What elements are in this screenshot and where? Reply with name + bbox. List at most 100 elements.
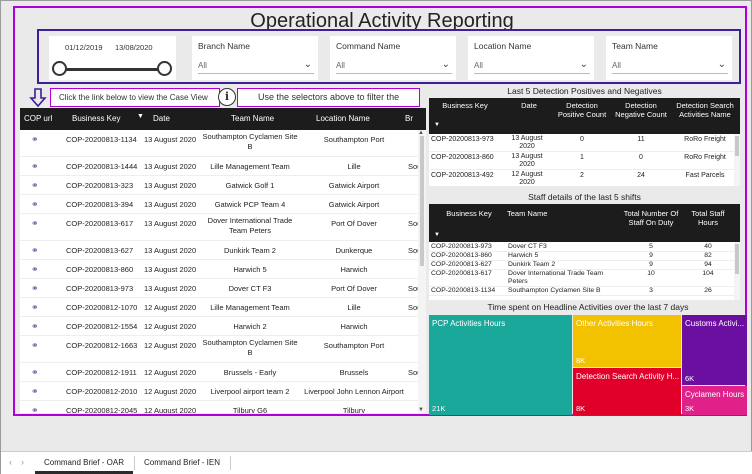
date-cell: 13 August 2020 <box>144 162 197 171</box>
table-row[interactable]: ⚭ COP-20200812-1663 12 August 2020 Southamp… <box>20 336 418 363</box>
treemap-tile-pcp[interactable]: PCP Activities Hours 21K <box>429 315 572 415</box>
treemap-tile-label: Other Activities Hours <box>576 319 653 328</box>
tab-command-brief-ien[interactable]: Command Brief - IEN <box>135 452 229 474</box>
link-icon[interactable]: ⚭ <box>31 386 39 397</box>
table-row[interactable]: ⚭ COP-20200813-860 13 August 2020 Harwich 5… <box>20 260 418 279</box>
link-icon[interactable]: ⚭ <box>31 405 39 413</box>
location-name-cell: Gatwick Airport <box>328 181 380 190</box>
column-header-business-key[interactable]: Business Key <box>433 209 505 218</box>
case-table-scrollbar[interactable]: ▲ ▼ <box>418 130 426 413</box>
team-dropdown-value: All <box>612 61 621 70</box>
treemap-tile-value: 6K <box>685 374 695 383</box>
date-cell: 13 August 2020 <box>511 153 543 168</box>
link-icon[interactable]: ⚭ <box>31 218 39 229</box>
location-name-cell: Tilbury <box>342 406 366 413</box>
column-header-negative-count[interactable]: Detection Negative Count <box>613 101 669 119</box>
column-header-date[interactable]: Date <box>153 114 170 123</box>
link-icon[interactable]: ⚭ <box>31 134 39 145</box>
table-row[interactable]: COP-20200813-973 Dover CT F3 5 40 <box>429 243 740 252</box>
date-slider-track[interactable] <box>59 68 163 71</box>
table-row[interactable]: ⚭ COP-20200812-1070 12 August 2020 Lille Ma… <box>20 298 426 317</box>
table-row[interactable]: ⚭ COP-20200812-2010 12 August 2020 Liverpoo… <box>20 382 418 401</box>
column-header-team-name[interactable]: Team Name <box>231 114 274 123</box>
sort-desc-icon[interactable]: ▼ <box>137 113 144 120</box>
table-row[interactable]: COP-20200813-627 Dunkirk Team 2 9 94 <box>429 261 740 270</box>
table-row[interactable]: ⚭ COP-20200812-1554 12 August 2020 Harwich … <box>20 317 418 336</box>
column-header-team-name[interactable]: Team Name <box>507 209 575 218</box>
table-row[interactable]: ⚭ COP-20200813-323 13 August 2020 Gatwick G… <box>20 176 418 195</box>
column-header-location-name[interactable]: Location Name <box>316 114 370 123</box>
treemap-tile-other[interactable]: Other Activities Hours 8K <box>573 315 681 367</box>
column-header-positive-count[interactable]: Detection Positive Count <box>556 101 608 119</box>
table-row[interactable]: COP-20200813-617 Dover International Trad… <box>429 270 740 287</box>
branch-dropdown[interactable]: All ⌄ <box>198 58 314 74</box>
table-row[interactable]: COP-20200813-860 13 August 2020 1 0 RoRo Fre… <box>429 152 740 170</box>
chevron-down-icon[interactable]: ⌄ <box>442 59 450 70</box>
date-start-field[interactable]: 01/12/2019 <box>62 41 106 54</box>
table-row[interactable]: COP-20200813-973 13 August 2020 0 11 RoRo Fr… <box>429 134 740 152</box>
column-header-business-key[interactable]: Business Key <box>72 114 120 123</box>
positive-count-cell: 2 <box>580 172 584 179</box>
table-row[interactable]: ⚭ COP-20200813-1444 13 August 2020 Lille Ma… <box>20 157 426 176</box>
business-key-cell: COP-20200813-617 <box>66 219 134 228</box>
treemap-tile-cyclamen[interactable]: Cyclamen Hours 3K <box>682 386 747 415</box>
scrollbar-thumb[interactable] <box>735 244 739 274</box>
table-row[interactable]: COP-20200813-492 12 August 2020 2 24 Fast Pa… <box>429 170 740 186</box>
staff-scrollbar[interactable] <box>734 242 740 300</box>
tab-prev-icon[interactable]: ‹ <box>9 457 12 467</box>
table-row[interactable]: ⚭ COP-20200813-617 13 August 2020 Dover Int… <box>20 214 426 241</box>
sort-desc-icon[interactable]: ▼ <box>433 232 441 238</box>
link-icon[interactable]: ⚭ <box>31 199 39 210</box>
table-row[interactable]: ⚭ COP-20200813-973 13 August 2020 Dover CT … <box>20 279 426 298</box>
table-row[interactable]: COP-20200813-860 Harwich 5 9 82 <box>429 252 740 261</box>
treemap-tile-value: 8K <box>576 356 586 365</box>
detection-scrollbar[interactable] <box>734 134 740 186</box>
column-header-date[interactable]: Date <box>507 101 551 110</box>
business-key-cell: COP-20200813-1134 <box>66 135 137 144</box>
location-name-cell: Port Of Dover <box>331 219 377 228</box>
treemap-tile-value: 21K <box>432 404 446 413</box>
chevron-down-icon[interactable]: ⌄ <box>304 59 312 70</box>
link-icon[interactable]: ⚭ <box>31 161 39 172</box>
column-header-branch[interactable]: Br <box>405 114 413 123</box>
link-icon[interactable]: ⚭ <box>31 340 39 351</box>
chevron-down-icon[interactable]: ⌄ <box>580 59 588 70</box>
tab-next-icon[interactable]: › <box>21 457 24 467</box>
column-header-staff-on-duty[interactable]: Total Number Of Staff On Duty <box>623 209 679 227</box>
date-end-field[interactable]: 13/08/2020 <box>112 41 156 54</box>
table-row[interactable]: ⚭ COP-20200812-2045 12 August 2020 Tilbury … <box>20 401 418 413</box>
sort-desc-icon[interactable]: ▼ <box>433 122 441 128</box>
scrollbar-thumb[interactable] <box>735 136 739 156</box>
treemap-tile-customs[interactable]: Customs Activi... 6K <box>682 315 747 385</box>
table-row[interactable]: ⚭ COP-20200812-1911 12 August 2020 Brussels… <box>20 363 426 382</box>
table-row[interactable]: ⚭ COP-20200813-394 13 August 2020 Gatwick P… <box>20 195 418 214</box>
scrollbar-thumb[interactable] <box>420 136 424 266</box>
scroll-down-icon[interactable]: ▼ <box>418 407 424 413</box>
link-icon[interactable]: ⚭ <box>31 283 39 294</box>
table-row[interactable]: ⚭ COP-20200813-627 13 August 2020 Dunkirk T… <box>20 241 426 260</box>
link-icon[interactable]: ⚭ <box>31 321 39 332</box>
column-header-staff-hours[interactable]: Total Staff Hours <box>683 209 733 227</box>
date-slider-start-handle[interactable] <box>52 61 67 76</box>
column-header-business-key[interactable]: Business Key <box>433 101 497 110</box>
date-range-slicer[interactable]: 01/12/2019 13/08/2020 <box>49 36 176 80</box>
link-icon[interactable]: ⚭ <box>31 264 39 275</box>
date-cell: 13 August 2020 <box>144 265 197 274</box>
table-row[interactable]: COP-20200813-1134 Southampton Cyclamen Si… <box>429 287 740 296</box>
team-name-cell: Lille Management Team <box>210 162 290 171</box>
tab-command-brief-oar[interactable]: Command Brief - OAR <box>35 452 133 474</box>
column-header-search-activity[interactable]: Detection Search Activities Name <box>674 101 736 119</box>
chevron-down-icon[interactable]: ⌄ <box>718 59 726 70</box>
treemap-tile-detection-search[interactable]: Detection Search Activity H... 8K <box>573 368 681 415</box>
link-icon[interactable]: ⚭ <box>31 302 39 313</box>
link-icon[interactable]: ⚭ <box>31 245 39 256</box>
link-icon[interactable]: ⚭ <box>31 180 39 191</box>
date-slider-end-handle[interactable] <box>157 61 172 76</box>
date-cell: 13 August 2020 <box>511 135 543 150</box>
location-dropdown[interactable]: All ⌄ <box>474 58 590 74</box>
link-icon[interactable]: ⚭ <box>31 367 39 378</box>
column-header-cop-url[interactable]: COP url <box>24 114 52 123</box>
command-dropdown[interactable]: All ⌄ <box>336 58 452 74</box>
team-dropdown[interactable]: All ⌄ <box>612 58 728 74</box>
table-row[interactable]: ⚭ COP-20200813-1134 13 August 2020 Southamp… <box>20 130 418 157</box>
